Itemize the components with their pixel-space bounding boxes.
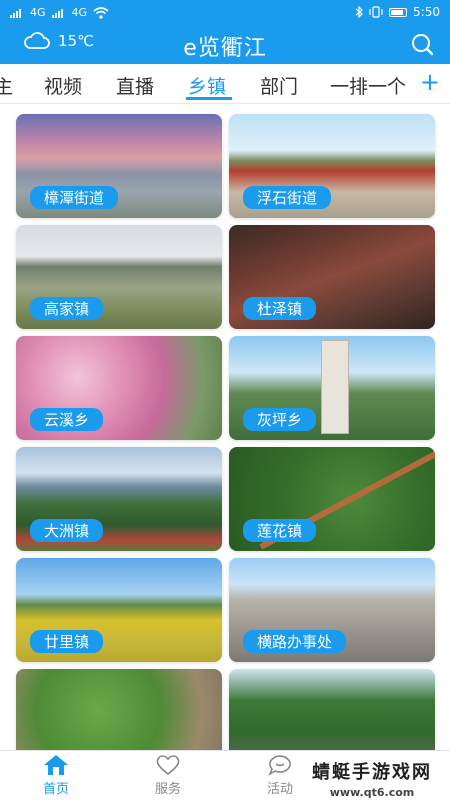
status-bar: 4G 4G 5:50	[0, 0, 450, 26]
town-card-label: 横路办事处	[243, 630, 347, 653]
tab-video[interactable]: 视频	[44, 72, 82, 99]
active-tab-indicator	[186, 97, 232, 100]
town-card-label: 杜泽镇	[243, 297, 317, 320]
battery-icon	[389, 7, 408, 17]
town-card-label: 灰坪乡	[243, 408, 317, 431]
town-card[interactable]: 廿里镇	[16, 558, 222, 662]
town-card[interactable]: 灰坪乡	[229, 336, 435, 440]
nav-home[interactable]: 首页	[16, 754, 96, 797]
town-card[interactable]: 横路办事处	[229, 558, 435, 662]
town-card[interactable]	[16, 669, 222, 750]
vibrate-icon	[369, 6, 383, 18]
add-tab-button[interactable]: +	[415, 68, 440, 96]
heart-icon	[156, 755, 180, 776]
town-card[interactable]: 高家镇	[16, 225, 222, 329]
town-card[interactable]: 大洲镇	[16, 447, 222, 551]
bluetooth-icon	[355, 6, 363, 18]
watermark: 蜻蜓手游戏网 www.qt6.com	[302, 758, 442, 799]
wifi-icon	[93, 6, 109, 19]
signal-icon-2	[51, 8, 66, 18]
town-card-label: 浮石街道	[243, 186, 332, 209]
town-card-label: 高家镇	[30, 297, 104, 320]
tab-towns[interactable]: 乡镇	[188, 72, 226, 99]
tab-departments[interactable]: 部门	[260, 72, 298, 99]
watermark-url: www.qt6.com	[329, 786, 415, 799]
nav-activity-label: 活动	[266, 782, 293, 797]
nav-service[interactable]: 服务	[128, 754, 208, 797]
tab-live[interactable]: 直播	[116, 72, 154, 99]
town-card[interactable]: 莲花镇	[229, 447, 435, 551]
status-time: 5:50	[413, 5, 440, 19]
chat-icon	[268, 755, 291, 776]
tab-main[interactable]: 主	[0, 72, 13, 99]
town-card[interactable]	[229, 669, 435, 750]
nav-service-label: 服务	[154, 782, 181, 797]
town-card[interactable]: 云溪乡	[16, 336, 222, 440]
town-card[interactable]: 浮石街道	[229, 114, 435, 218]
signal-icon	[10, 8, 24, 18]
town-card[interactable]: 樟潭街道	[16, 114, 222, 218]
town-card[interactable]: 杜泽镇	[229, 225, 435, 329]
app-header: 15℃ e览衢江	[0, 26, 450, 64]
town-grid: 樟潭街道 浮石街道 高家镇 杜泽镇 云溪乡 灰坪乡 大洲镇 莲花镇 廿里镇 横路…	[0, 108, 450, 750]
town-card-label: 云溪乡	[30, 408, 104, 431]
search-icon[interactable]	[410, 33, 434, 57]
town-card-label: 樟潭街道	[30, 186, 119, 209]
nav-home-label: 首页	[42, 782, 69, 797]
watermark-title: 蜻蜓手游戏网	[312, 762, 432, 783]
town-card-label: 廿里镇	[30, 630, 104, 653]
town-card-label: 大洲镇	[30, 519, 104, 542]
app-title: e览衢江	[183, 36, 267, 61]
network-label-2: 4G	[71, 6, 88, 19]
network-label: 4G	[30, 6, 46, 19]
tab-single-column[interactable]: 一排一个	[330, 72, 406, 99]
home-icon	[44, 755, 68, 775]
town-card-label: 莲花镇	[243, 519, 317, 542]
